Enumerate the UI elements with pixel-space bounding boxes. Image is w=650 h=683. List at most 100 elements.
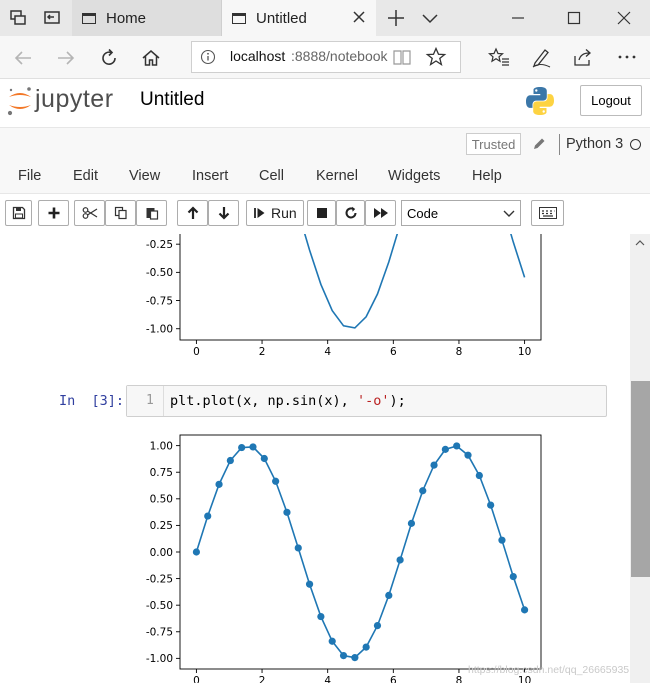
tab-title: Untitled bbox=[256, 9, 307, 27]
page-icon bbox=[232, 12, 246, 24]
data-point bbox=[260, 454, 268, 463]
save-button[interactable] bbox=[5, 200, 32, 226]
paste-button[interactable] bbox=[136, 200, 167, 226]
logout-button[interactable]: Logout bbox=[580, 85, 642, 116]
jupyter-logo[interactable]: jupyter bbox=[5, 84, 125, 120]
menu-insert[interactable]: Insert bbox=[192, 168, 228, 184]
x-tick-label: 8 bbox=[456, 675, 463, 683]
command-palette-button[interactable] bbox=[531, 200, 564, 226]
x-tick-label: 2 bbox=[259, 675, 266, 683]
y-tick-label: 0.75 bbox=[150, 467, 173, 479]
kernel-status-icon bbox=[630, 139, 641, 150]
back-icon[interactable] bbox=[12, 47, 34, 69]
trusted-indicator[interactable]: Trusted bbox=[466, 133, 521, 155]
more-options-icon[interactable] bbox=[615, 46, 639, 68]
x-tick-label: 10 bbox=[518, 675, 531, 683]
reading-view-icon[interactable] bbox=[391, 47, 413, 67]
forward-icon[interactable] bbox=[55, 47, 77, 69]
close-tab-icon[interactable] bbox=[350, 8, 368, 26]
data-point bbox=[294, 544, 302, 552]
menu-file[interactable]: File bbox=[18, 168, 41, 184]
cut-button[interactable] bbox=[74, 200, 105, 226]
edit-pencil-icon[interactable] bbox=[531, 136, 547, 152]
scrollbar-thumb[interactable] bbox=[631, 381, 650, 577]
y-tick-label: -0.25 bbox=[146, 573, 173, 585]
kernel-separator bbox=[559, 134, 560, 155]
move-down-button[interactable] bbox=[208, 200, 239, 226]
cell-type-select[interactable]: Code bbox=[401, 200, 521, 226]
data-point bbox=[498, 536, 506, 544]
x-tick-label: 6 bbox=[390, 675, 397, 683]
insert-cell-button[interactable] bbox=[38, 200, 69, 226]
refresh-icon[interactable] bbox=[98, 47, 120, 69]
favorites-list-icon[interactable] bbox=[487, 46, 510, 68]
series-line bbox=[195, 445, 526, 659]
menu-help[interactable]: Help bbox=[472, 168, 502, 184]
url-host: localhost bbox=[230, 48, 286, 64]
code-line: plt.plot(x, np.sin(x), '-o'); bbox=[170, 393, 406, 409]
set-aside-tabs-icon[interactable] bbox=[42, 8, 62, 28]
restart-kernel-button[interactable] bbox=[336, 200, 365, 226]
menu-widgets[interactable]: Widgets bbox=[388, 168, 440, 184]
scroll-up-icon[interactable] bbox=[630, 236, 650, 250]
fast-forward-icon bbox=[373, 208, 388, 218]
menu-view[interactable]: View bbox=[129, 168, 160, 184]
close-window-icon[interactable] bbox=[614, 8, 634, 28]
tab-home[interactable]: Home bbox=[72, 0, 222, 36]
plot-frame bbox=[179, 234, 542, 341]
share-icon[interactable] bbox=[572, 46, 594, 68]
python-logo-icon bbox=[524, 85, 556, 117]
x-tick-label: 4 bbox=[324, 675, 331, 683]
x-tick-label: 4 bbox=[324, 346, 331, 358]
info-icon[interactable] bbox=[200, 49, 216, 65]
copy-icon bbox=[114, 206, 127, 220]
step-forward-icon bbox=[254, 208, 265, 218]
y-tick-label: 0.50 bbox=[150, 494, 173, 506]
run-button-label: Run bbox=[271, 205, 297, 221]
y-tick-label: -0.75 bbox=[146, 295, 173, 307]
code-cell-input[interactable]: 1 plt.plot(x, np.sin(x), '-o'); bbox=[126, 385, 607, 417]
data-point bbox=[475, 471, 483, 480]
run-button[interactable]: Run bbox=[246, 200, 304, 226]
y-tick-label: 0.00 bbox=[150, 547, 173, 559]
data-point bbox=[215, 480, 223, 488]
tab-actions-icon[interactable] bbox=[8, 8, 28, 28]
tab-list-chevron-icon[interactable] bbox=[420, 9, 440, 27]
data-point bbox=[226, 456, 234, 465]
save-icon bbox=[12, 206, 25, 220]
menu-cell[interactable]: Cell bbox=[259, 168, 284, 184]
pen-icon[interactable] bbox=[530, 46, 552, 68]
data-point bbox=[385, 591, 393, 599]
notebook-title[interactable]: Untitled bbox=[140, 89, 204, 111]
data-point bbox=[192, 548, 201, 556]
x-tick-label: 0 bbox=[193, 675, 200, 683]
interrupt-kernel-button[interactable] bbox=[307, 200, 336, 226]
arrow-down-icon bbox=[218, 207, 229, 220]
menu-edit[interactable]: Edit bbox=[73, 168, 98, 184]
move-up-button[interactable] bbox=[177, 200, 208, 226]
data-point bbox=[272, 477, 280, 485]
address-bar[interactable]: localhost :8888/notebook bbox=[191, 41, 461, 73]
favorite-star-icon[interactable] bbox=[425, 46, 447, 68]
cell-prompt: In [3]: bbox=[59, 393, 125, 409]
data-point bbox=[339, 651, 348, 660]
y-tick-label: 0.25 bbox=[150, 520, 173, 532]
data-point bbox=[204, 512, 212, 520]
keyboard-icon bbox=[538, 207, 557, 219]
page-icon bbox=[82, 12, 96, 24]
new-tab-icon[interactable] bbox=[386, 8, 406, 28]
y-tick-label: -0.50 bbox=[146, 600, 173, 612]
y-tick-label: -0.50 bbox=[146, 267, 173, 279]
minimize-icon[interactable] bbox=[508, 8, 528, 28]
scissors-icon bbox=[82, 207, 97, 219]
x-tick-label: 2 bbox=[259, 346, 266, 358]
data-point bbox=[509, 572, 517, 581]
data-point bbox=[441, 445, 449, 453]
copy-button[interactable] bbox=[105, 200, 136, 226]
maximize-icon[interactable] bbox=[564, 8, 584, 28]
url-path: :8888/notebook bbox=[291, 48, 388, 64]
home-icon[interactable] bbox=[140, 47, 162, 69]
menu-kernel[interactable]: Kernel bbox=[316, 168, 358, 184]
data-point bbox=[407, 519, 416, 527]
restart-run-all-button[interactable] bbox=[365, 200, 396, 226]
